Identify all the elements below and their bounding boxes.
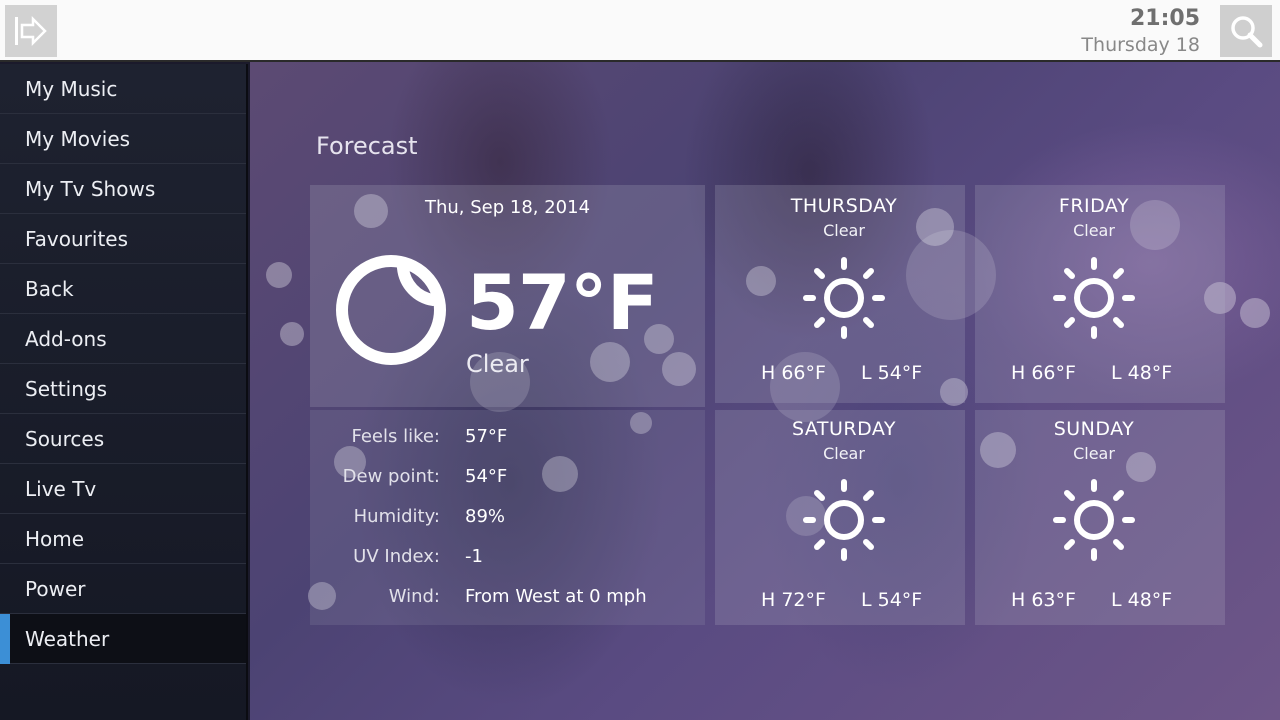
day-name: FRIDAY — [1058, 195, 1130, 217]
sidebar-item-my-tv-shows[interactable]: My Tv Shows — [0, 164, 246, 214]
sidebar-item-settings[interactable]: Settings — [0, 364, 246, 414]
dew-point-value: 54°F — [465, 466, 508, 487]
dew-point-label: Dew point: — [342, 466, 440, 487]
page-title: Forecast — [316, 132, 418, 160]
sidebar-item-power[interactable]: Power — [0, 564, 246, 614]
clock-date: Thursday 18 — [1081, 34, 1200, 56]
search-icon — [1231, 16, 1263, 48]
day-low: L 48°F — [1111, 589, 1173, 611]
day-name: SATURDAY — [791, 418, 897, 440]
top-bar: 21:05 Thursday 18 — [0, 0, 1280, 62]
humidity-value: 89% — [465, 506, 506, 527]
search-button[interactable] — [1220, 5, 1272, 57]
sidebar-item-live-tv[interactable]: Live Tv — [0, 464, 246, 514]
day-condition: Clear — [1073, 221, 1115, 240]
day-condition: Clear — [1073, 444, 1115, 463]
sidebar-item-my-music[interactable]: My Music — [0, 64, 246, 114]
forecast-day-friday: FRIDAY Clear H 66°F L 48°F — [969, 195, 1219, 395]
moon-icon — [336, 255, 446, 365]
forecast-day-saturday: SATURDAY Clear H 72°F L 54°F — [719, 418, 969, 618]
sun-icon — [1053, 479, 1135, 561]
current-temperature: 57°F — [466, 258, 659, 347]
sun-icon — [1053, 257, 1135, 339]
feels-like-value: 57°F — [465, 426, 508, 447]
current-date: Thu, Sep 18, 2014 — [424, 197, 591, 218]
sidebar-item-home[interactable]: Home — [0, 514, 246, 564]
forecast-day-sunday: SUNDAY Clear H 63°F L 48°F — [969, 418, 1219, 618]
uv-index-value: -1 — [465, 546, 483, 567]
day-low: L 54°F — [861, 362, 923, 384]
day-condition: Clear — [823, 444, 865, 463]
feels-like-label: Feels like: — [351, 426, 440, 447]
sidebar-item-add-ons[interactable]: Add-ons — [0, 314, 246, 364]
sun-icon — [803, 479, 885, 561]
sun-icon — [803, 257, 885, 339]
day-condition: Clear — [823, 221, 865, 240]
day-low: L 54°F — [861, 589, 923, 611]
day-high: H 66°F — [761, 362, 826, 384]
wind-label: Wind: — [388, 586, 440, 607]
wind-value: From West at 0 mph — [465, 586, 647, 607]
day-name: SUNDAY — [1053, 418, 1135, 440]
current-condition: Clear — [466, 350, 529, 378]
clock: 21:05 Thursday 18 — [1081, 6, 1200, 58]
uv-index-label: UV Index: — [353, 546, 440, 567]
clock-time: 21:05 — [1129, 6, 1200, 31]
sidebar-item-weather[interactable]: Weather — [0, 614, 246, 664]
day-high: H 66°F — [1011, 362, 1076, 384]
day-name: THURSDAY — [790, 195, 898, 217]
sidebar-item-back[interactable]: Back — [0, 264, 246, 314]
day-high: H 63°F — [1011, 589, 1076, 611]
forecast-day-thursday: THURSDAY Clear H 66°F L 54°F — [719, 195, 969, 395]
sidebar-item-favourites[interactable]: Favourites — [0, 214, 246, 264]
exit-arrow-icon — [15, 15, 47, 47]
sidebar-item-sources[interactable]: Sources — [0, 414, 246, 464]
day-low: L 48°F — [1111, 362, 1173, 384]
exit-button[interactable] — [5, 5, 57, 57]
humidity-label: Humidity: — [353, 506, 440, 527]
sidebar-menu: My Music My Movies My Tv Shows Favourite… — [0, 64, 248, 720]
sidebar-item-my-movies[interactable]: My Movies — [0, 114, 246, 164]
day-high: H 72°F — [761, 589, 826, 611]
